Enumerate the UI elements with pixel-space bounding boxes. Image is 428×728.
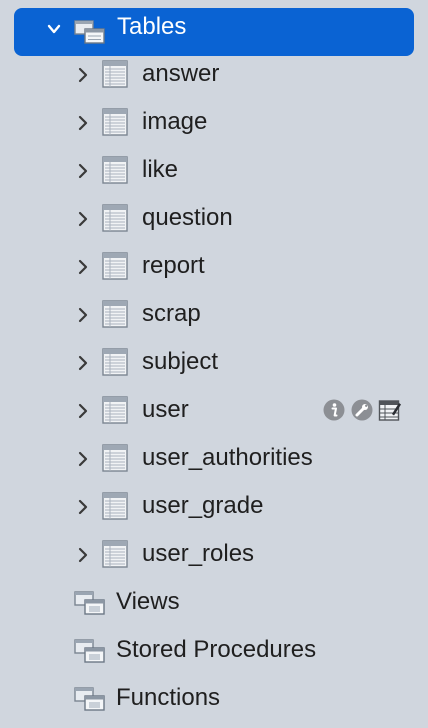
table-row[interactable]: user: [0, 388, 428, 432]
tree-node-stored-procedures[interactable]: Stored Procedures: [0, 628, 428, 672]
table-icon: [102, 156, 128, 184]
table-row[interactable]: like: [0, 148, 428, 192]
table-name: scrap: [142, 300, 201, 327]
table-name: user: [142, 396, 189, 423]
table-name: like: [142, 156, 179, 183]
chevron-right-icon[interactable]: [76, 211, 90, 227]
chevron-down-icon[interactable]: [47, 22, 61, 36]
views-group-icon: [74, 591, 105, 615]
table-row[interactable]: question: [0, 196, 428, 240]
chevron-right-icon[interactable]: [76, 451, 90, 467]
tree-node-tables[interactable]: Tables: [14, 8, 414, 56]
table-row[interactable]: user_authorities: [0, 436, 428, 480]
table-row[interactable]: image: [0, 100, 428, 144]
chevron-right-icon[interactable]: [76, 547, 90, 563]
table-icon: [102, 252, 128, 280]
chevron-right-icon[interactable]: [76, 259, 90, 275]
tree-node-label: Views: [116, 588, 180, 615]
table-icon: [102, 300, 128, 328]
table-icon: [102, 108, 128, 136]
table-name: user_authorities: [142, 444, 313, 471]
table-name: subject: [142, 348, 219, 375]
tree-node-functions[interactable]: Functions: [0, 676, 428, 720]
chevron-right-icon[interactable]: [76, 115, 90, 131]
table-name: user_grade: [142, 492, 264, 519]
tables-group-icon: [74, 20, 105, 44]
schema-tree: Tables answer image like question report scra…: [0, 0, 428, 728]
table-icon: [102, 540, 128, 568]
table-icon: [102, 204, 128, 232]
table-name: answer: [142, 60, 220, 87]
table-icon: [102, 492, 128, 520]
edit-table-icon[interactable]: [378, 398, 402, 422]
tree-node-label: Functions: [116, 684, 221, 711]
chevron-right-icon[interactable]: [76, 499, 90, 515]
table-icon: [102, 348, 128, 376]
table-row[interactable]: user_grade: [0, 484, 428, 528]
table-row[interactable]: user_roles: [0, 532, 428, 576]
tree-node-label: Tables: [117, 13, 187, 40]
info-icon[interactable]: [322, 398, 346, 422]
wrench-icon[interactable]: [350, 398, 374, 422]
tree-node-views[interactable]: Views: [0, 580, 428, 624]
functions-group-icon: [74, 687, 105, 711]
table-name: report: [142, 252, 205, 279]
table-name: image: [142, 108, 208, 135]
table-name: user_roles: [142, 540, 255, 567]
table-name: question: [142, 204, 233, 231]
table-icon: [102, 60, 128, 88]
table-icon: [102, 396, 128, 424]
chevron-right-icon[interactable]: [76, 403, 90, 419]
table-icon: [102, 444, 128, 472]
chevron-right-icon[interactable]: [76, 307, 90, 323]
chevron-right-icon[interactable]: [76, 163, 90, 179]
table-row[interactable]: report: [0, 244, 428, 288]
procedures-group-icon: [74, 639, 105, 663]
chevron-right-icon[interactable]: [76, 67, 90, 83]
tree-node-label: Stored Procedures: [116, 636, 317, 663]
table-row[interactable]: subject: [0, 340, 428, 384]
chevron-right-icon[interactable]: [76, 355, 90, 371]
row-actions: [322, 398, 402, 422]
table-row[interactable]: answer: [0, 52, 428, 96]
table-row[interactable]: scrap: [0, 292, 428, 336]
